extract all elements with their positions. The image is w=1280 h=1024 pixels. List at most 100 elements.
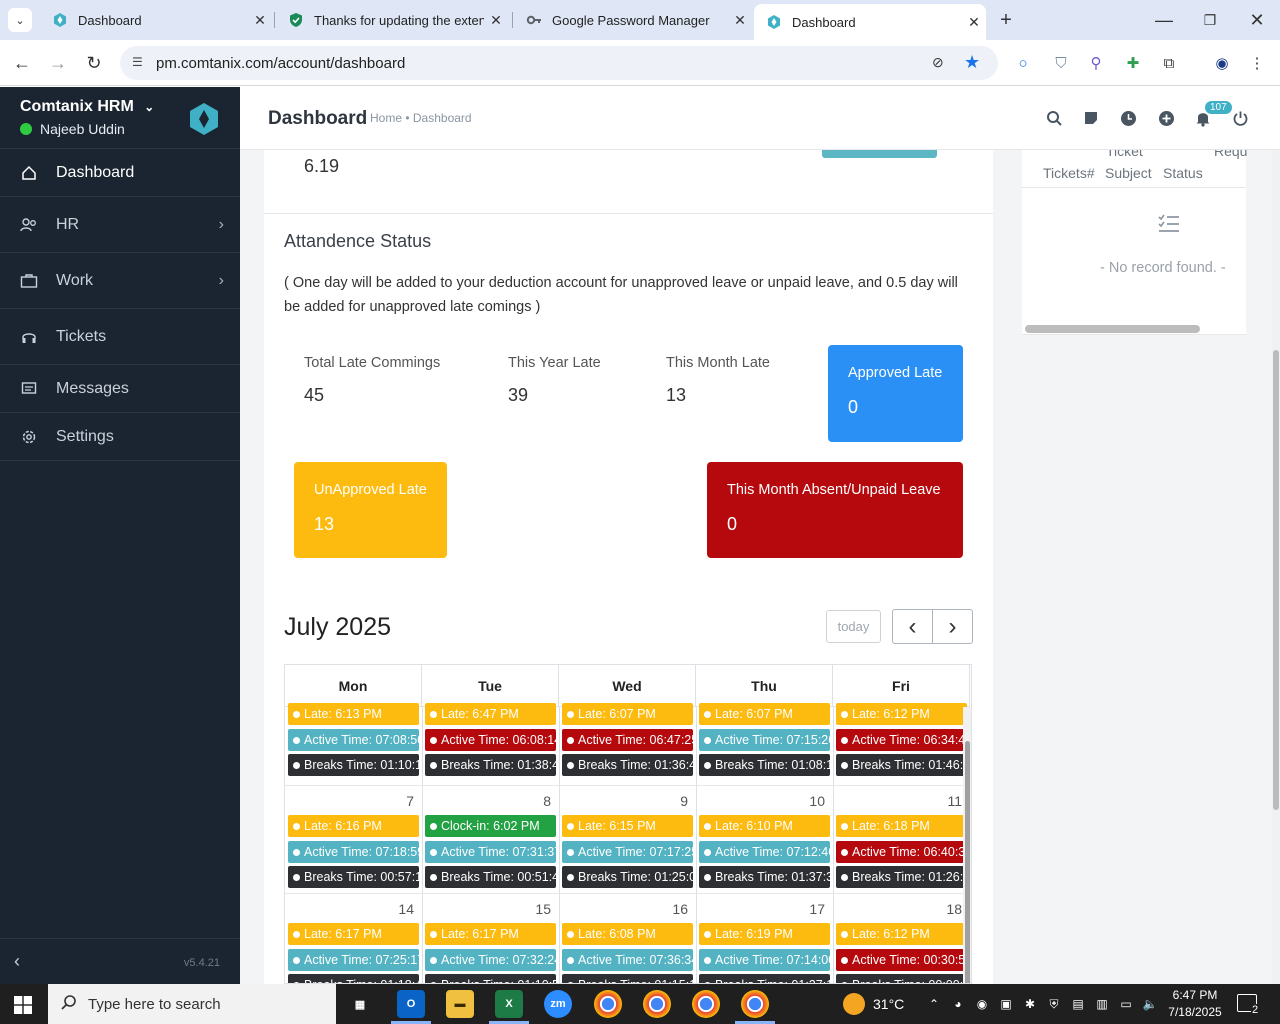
sidebar-item-dashboard[interactable]: Dashboard	[0, 149, 240, 197]
browser-menu-icon[interactable]: ⋮	[1246, 52, 1268, 74]
extension-circle-icon[interactable]: ○	[1012, 52, 1034, 74]
extension-plus-icon[interactable]: ✚	[1122, 52, 1144, 74]
calendar-event[interactable]: Late: 6:08 PM	[562, 923, 693, 945]
calendar-event[interactable]: Late: 6:19 PM	[699, 923, 830, 945]
tab-search-button[interactable]: ⌄	[8, 8, 32, 32]
close-tab-icon[interactable]: ✕	[728, 12, 752, 29]
tray-network-icon[interactable]: ▭	[1118, 996, 1134, 1012]
chrome-profile-1-icon[interactable]	[594, 990, 622, 1018]
calendar-event[interactable]: Breaks Time: 01:10:52	[425, 974, 556, 983]
calendar-event[interactable]: Active Time: 06:47:25	[562, 728, 693, 751]
minimize-window-icon[interactable]: —	[1152, 8, 1176, 32]
calendar-event[interactable]: Breaks Time: 00:51:47	[425, 866, 556, 888]
calendar-event[interactable]: Breaks Time: 01:46:4	[836, 754, 967, 776]
add-circle-icon[interactable]	[1155, 107, 1177, 129]
tray-chevron-up-icon[interactable]: ⌃	[926, 996, 942, 1012]
approved-late-box[interactable]: Approved Late 0	[828, 345, 963, 442]
sidebar-item-hr[interactable]: HR ›	[0, 197, 240, 253]
calendar-event[interactable]: Clock-in: 6:02 PM	[425, 815, 556, 837]
sticky-note-icon[interactable]	[1080, 107, 1102, 129]
calendar-event[interactable]: Late: 6:07 PM	[699, 703, 830, 725]
sidebar-item-tickets[interactable]: Tickets	[0, 309, 240, 365]
calendar-event[interactable]: Active Time: 07:25:17	[288, 948, 419, 971]
absent-unpaid-box[interactable]: This Month Absent/Unpaid Leave 0	[707, 462, 963, 558]
calendar-event[interactable]: Late: 6:10 PM	[699, 815, 830, 837]
calendar-event[interactable]: Active Time: 06:08:14	[425, 728, 556, 751]
day-number[interactable]: 8	[422, 793, 551, 809]
calendar-event[interactable]: Breaks Time: 00:00:0	[836, 974, 967, 983]
calendar-event[interactable]: Active Time: 07:31:37	[425, 840, 556, 863]
browser-tab-2[interactable]: Thanks for updating the extension ✕	[276, 0, 508, 40]
windows-start-icon[interactable]	[14, 996, 32, 1019]
clock-icon[interactable]	[1117, 107, 1139, 129]
sidebar-item-messages[interactable]: Messages	[0, 365, 240, 413]
excel-app-icon[interactable]: X	[495, 990, 523, 1018]
weather-icon[interactable]	[843, 993, 865, 1015]
calendar-event[interactable]: Breaks Time: 01:18:47	[288, 974, 419, 983]
calendar-event[interactable]: Late: 6:17 PM	[425, 923, 556, 945]
calendar-event[interactable]: Active Time: 06:34:4	[836, 728, 967, 751]
calendar-event[interactable]: Active Time: 07:08:50	[288, 728, 419, 751]
calendar-scrollbar[interactable]	[963, 707, 971, 983]
extension-zoom-icon[interactable]: ⚲	[1085, 52, 1107, 74]
day-number[interactable]: 17	[696, 901, 825, 917]
calendar-event[interactable]: Late: 6:12 PM	[836, 703, 967, 725]
outlook-app-icon[interactable]: O	[397, 990, 425, 1018]
calendar-prev-button[interactable]: ‹	[892, 609, 933, 644]
horizontal-scrollbar[interactable]	[1025, 325, 1200, 333]
tray-security-icon[interactable]: ⛨	[1046, 996, 1062, 1012]
profile-icon[interactable]: ◉	[1211, 52, 1233, 74]
close-window-icon[interactable]: ✕	[1245, 8, 1269, 32]
calendar-event[interactable]: Active Time: 07:17:25	[562, 840, 693, 863]
calendar-event[interactable]: Late: 6:13 PM	[288, 703, 419, 725]
taskbar-search-box[interactable]: Type here to search	[48, 984, 336, 1024]
search-icon[interactable]	[1043, 107, 1065, 129]
column-header-status[interactable]: Status	[1163, 165, 1203, 181]
calendar-event[interactable]: Breaks Time: 01:38:47	[425, 754, 556, 776]
chrome-profile-3-icon[interactable]	[692, 990, 720, 1018]
tray-vpn-icon[interactable]: ▤	[1070, 996, 1086, 1012]
eye-off-icon[interactable]: ⊘	[932, 54, 944, 71]
previous-section-button[interactable]	[822, 150, 937, 158]
sidebar-item-settings[interactable]: Settings	[0, 413, 240, 461]
chrome-profile-2-icon[interactable]	[643, 990, 671, 1018]
calendar-event[interactable]: Late: 6:07 PM	[562, 703, 693, 725]
day-number[interactable]: 18	[833, 901, 962, 917]
tray-zoom-icon[interactable]: ◉	[974, 996, 990, 1012]
day-number[interactable]: 10	[696, 793, 825, 809]
weather-temperature[interactable]: 31°C	[873, 996, 904, 1012]
chrome-active-icon[interactable]	[741, 990, 769, 1018]
back-icon[interactable]: ←	[10, 51, 34, 75]
tray-chrome-icon[interactable]: ◕	[950, 996, 966, 1012]
tray-volume-mute-icon[interactable]: 🔈	[1142, 996, 1158, 1012]
calendar-event[interactable]: Active Time: 07:14:00	[699, 948, 830, 971]
calendar-event[interactable]: Late: 6:18 PM	[836, 815, 967, 837]
close-tab-icon[interactable]: ✕	[962, 14, 986, 31]
day-number[interactable]: 15	[422, 901, 551, 917]
day-number[interactable]: 11	[833, 793, 962, 809]
forward-icon[interactable]: →	[46, 51, 70, 75]
calendar-event[interactable]: Late: 6:47 PM	[425, 703, 556, 725]
taskbar-clock[interactable]: 6:47 PM 7/18/2025	[1165, 987, 1225, 1021]
close-tab-icon[interactable]: ✕	[484, 12, 508, 29]
calendar-event[interactable]: Breaks Time: 01:25:02	[562, 866, 693, 888]
day-number[interactable]: 14	[285, 901, 414, 917]
day-number[interactable]: 7	[285, 793, 414, 809]
sidebar-item-work[interactable]: Work ›	[0, 253, 240, 309]
calendar-event[interactable]: Late: 6:12 PM	[836, 923, 967, 945]
column-header-subject[interactable]: Subject	[1105, 165, 1152, 181]
calendar-next-button[interactable]: ›	[932, 609, 973, 644]
extensions-puzzle-icon[interactable]: ⧉	[1158, 52, 1180, 74]
breadcrumb[interactable]: Home • Dashboard	[370, 111, 472, 125]
address-bar[interactable]: ☰ pm.comtanix.com/account/dashboard ⊘ ★	[120, 46, 998, 80]
restore-window-icon[interactable]: ❐	[1198, 8, 1222, 32]
calendar-event[interactable]: Breaks Time: 01:08:19	[699, 754, 830, 776]
calendar-event[interactable]: Late: 6:16 PM	[288, 815, 419, 837]
calendar-event[interactable]: Active Time: 00:30:5	[836, 948, 967, 971]
calendar-event[interactable]: Active Time: 07:36:34	[562, 948, 693, 971]
bookmark-star-icon[interactable]: ★	[964, 52, 980, 73]
brand-switcher[interactable]: Comtanix HRM ⌄	[20, 98, 154, 116]
today-button[interactable]: today	[826, 610, 881, 643]
reload-icon[interactable]: ↻	[82, 51, 106, 75]
task-view-icon[interactable]: ▦	[346, 990, 374, 1018]
